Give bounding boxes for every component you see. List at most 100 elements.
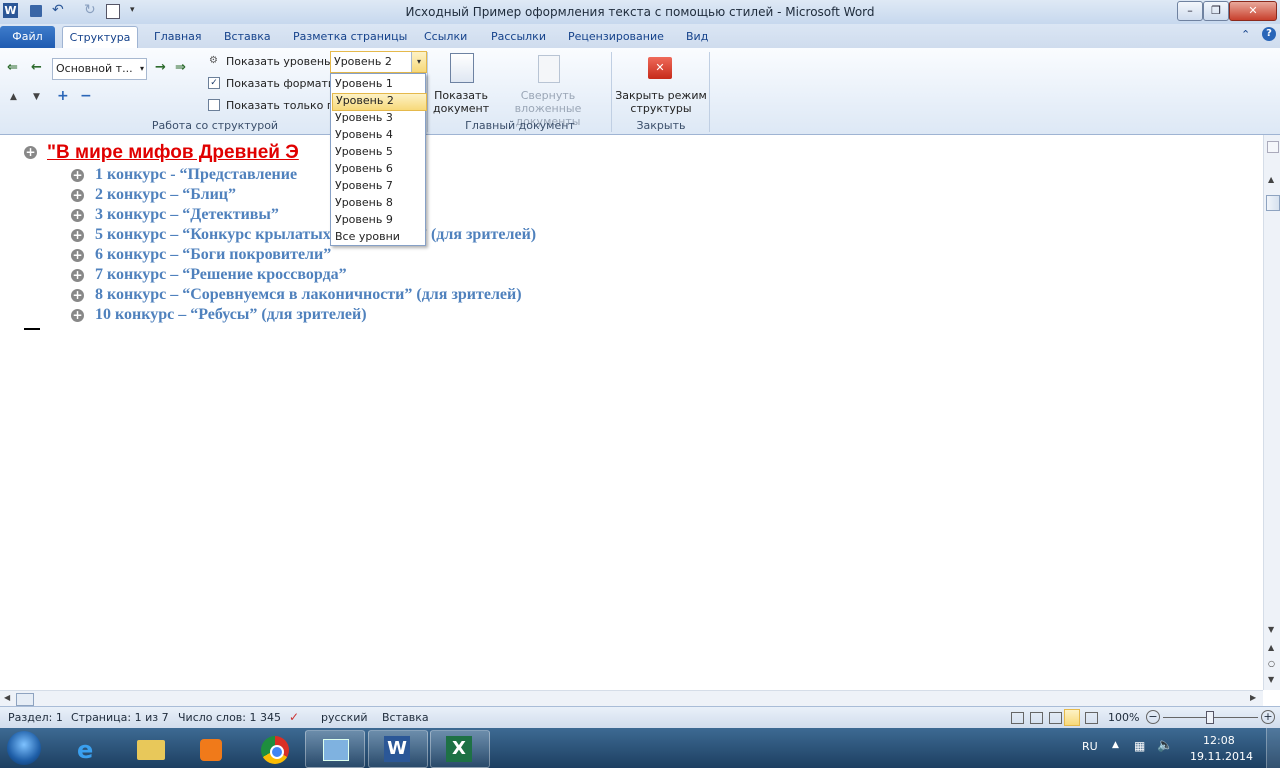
document-area[interactable]: + "В мире мифов Древней Э + 1 конкурс - … (0, 135, 1263, 690)
level-option[interactable]: Уровень 7 (332, 178, 425, 194)
expand-heading-icon[interactable]: + (71, 249, 84, 262)
maximize-button[interactable]: ❐ (1203, 1, 1229, 21)
level-option[interactable]: Уровень 3 (332, 110, 425, 126)
move-down-icon[interactable]: ▼ (33, 92, 40, 102)
collapse-icon[interactable]: − (80, 88, 92, 104)
ribbon-collapse-icon[interactable]: ⌃ (1241, 28, 1250, 41)
chevron-down-icon[interactable]: ▾ (411, 52, 426, 72)
control-panel-taskbar-icon[interactable] (305, 730, 365, 768)
expand-heading-icon[interactable]: + (71, 209, 84, 222)
expand-heading-icon[interactable]: + (71, 309, 84, 322)
horizontal-scrollbar[interactable]: ◀ ▶ (0, 690, 1263, 707)
zoom-slider-thumb[interactable] (1206, 711, 1214, 724)
chrome-taskbar-icon[interactable] (245, 730, 305, 768)
tab-page-layout[interactable]: Разметка страницы (293, 28, 407, 46)
clock-time[interactable]: 12:08 (1203, 734, 1235, 747)
scroll-down-icon[interactable]: ▼ (1268, 625, 1274, 634)
minimize-button[interactable]: – (1177, 1, 1203, 21)
word-taskbar-icon[interactable]: W (368, 730, 428, 768)
expand-heading-icon[interactable]: + (71, 269, 84, 282)
outline-heading-1[interactable]: "В мире мифов Древней Э (47, 142, 299, 164)
ruler-toggle-icon[interactable] (1267, 141, 1279, 153)
network-icon[interactable]: ▦ (1134, 739, 1145, 753)
tab-references[interactable]: Ссылки (424, 28, 467, 46)
browse-object-icon[interactable]: ○ (1268, 659, 1275, 668)
tab-insert[interactable]: Вставка (224, 28, 271, 46)
vertical-scrollbar[interactable]: ▲ ▼ ▲ ○ ▼ (1263, 135, 1280, 690)
demote-to-body-icon[interactable]: ⇒ (175, 60, 186, 75)
close-outline-button[interactable]: Закрыть режим структуры (613, 89, 709, 115)
outline-heading-2[interactable]: 6 конкурс – “Боги покровители” (95, 246, 331, 264)
scroll-thumb[interactable] (1266, 195, 1280, 211)
explorer-taskbar-icon[interactable] (120, 730, 180, 768)
show-desktop-button[interactable] (1266, 728, 1280, 768)
volume-icon[interactable]: 🔈 (1157, 738, 1173, 753)
full-screen-reading-icon[interactable] (1030, 712, 1043, 724)
promote-to-heading1-icon[interactable]: ⇐ (7, 60, 18, 75)
level-option-selected[interactable]: Уровень 2 (332, 93, 427, 111)
expand-heading-icon[interactable]: + (24, 146, 37, 159)
level-option[interactable]: Все уровни (332, 229, 425, 245)
level-option[interactable]: Уровень 6 (332, 161, 425, 177)
scroll-left-icon[interactable]: ◀ (4, 693, 10, 702)
outline-heading-2[interactable]: 1 конкурс - “Представление (95, 166, 297, 184)
show-document-icon[interactable] (450, 53, 474, 83)
show-level-combo[interactable]: Уровень 2 ▾ (330, 51, 427, 73)
promote-icon[interactable]: ← (31, 60, 42, 75)
next-page-icon[interactable]: ▼ (1268, 675, 1274, 684)
move-up-icon[interactable]: ▲ (10, 92, 17, 102)
help-icon[interactable]: ? (1262, 27, 1276, 41)
outline-view-icon[interactable] (1064, 709, 1080, 726)
show-document-button[interactable]: Показать документ (433, 89, 489, 115)
clock-date[interactable]: 19.11.2014 (1190, 750, 1253, 763)
tab-home[interactable]: Главная (154, 28, 202, 46)
media-player-taskbar-icon[interactable] (180, 730, 240, 768)
expand-heading-icon[interactable]: + (71, 229, 84, 242)
expand-heading-icon[interactable]: + (71, 289, 84, 302)
show-hidden-icons-icon[interactable]: ▲ (1112, 740, 1119, 750)
zoom-in-icon[interactable]: + (1261, 710, 1275, 724)
close-outline-icon[interactable]: ✕ (648, 57, 672, 79)
level-option[interactable]: Уровень 1 (332, 76, 425, 92)
outline-level-combo[interactable]: Основной т... ▾ (52, 58, 147, 80)
show-formatting-checkbox[interactable]: ✓ (208, 77, 220, 89)
outline-heading-2[interactable]: 8 конкурс – “Соревнуемся в лаконичности”… (95, 286, 522, 304)
status-insert-mode[interactable]: Вставка (382, 711, 429, 724)
zoom-level[interactable]: 100% (1108, 711, 1139, 724)
excel-taskbar-icon[interactable]: X (430, 730, 490, 768)
expand-icon[interactable]: + (57, 88, 69, 104)
tab-outline[interactable]: Структура (62, 26, 138, 49)
status-word-count[interactable]: Число слов: 1 345 (178, 711, 281, 724)
outline-heading-2[interactable]: 5 конкурс – “Конкурс крылатых выражений”… (95, 226, 536, 244)
expand-heading-icon[interactable]: + (71, 169, 84, 182)
level-option[interactable]: Уровень 4 (332, 127, 425, 143)
show-first-line-checkbox[interactable] (208, 99, 220, 111)
outline-heading-2[interactable]: 10 конкурс – “Ребусы” (для зрителей) (95, 306, 367, 324)
print-layout-view-icon[interactable] (1011, 712, 1024, 724)
tab-file[interactable]: Файл (0, 26, 55, 48)
status-section[interactable]: Раздел: 1 (8, 711, 63, 724)
scroll-h-thumb[interactable] (16, 693, 34, 706)
tab-review[interactable]: Рецензирование (568, 28, 664, 46)
status-page[interactable]: Страница: 1 из 7 (71, 711, 169, 724)
close-window-button[interactable]: ✕ (1229, 1, 1277, 21)
scroll-up-icon[interactable]: ▲ (1268, 175, 1274, 184)
previous-page-icon[interactable]: ▲ (1268, 643, 1274, 652)
scroll-right-icon[interactable]: ▶ (1250, 693, 1256, 702)
input-language[interactable]: RU (1082, 740, 1098, 753)
draft-view-icon[interactable] (1085, 712, 1098, 724)
status-language[interactable]: русский (321, 711, 368, 724)
expand-heading-icon[interactable]: + (71, 189, 84, 202)
tab-view[interactable]: Вид (686, 28, 708, 46)
outline-heading-2[interactable]: 3 конкурс – “Детективы” (95, 206, 279, 224)
tab-mailings[interactable]: Рассылки (491, 28, 546, 46)
level-option[interactable]: Уровень 9 (332, 212, 425, 228)
spelling-check-icon[interactable]: ✓ (289, 710, 299, 724)
start-button[interactable] (7, 731, 41, 765)
zoom-out-icon[interactable]: − (1146, 710, 1160, 724)
ie-taskbar-icon[interactable]: e (60, 730, 120, 768)
level-option[interactable]: Уровень 5 (332, 144, 425, 160)
demote-icon[interactable]: → (155, 60, 166, 75)
web-layout-icon[interactable] (1049, 712, 1062, 724)
level-option[interactable]: Уровень 8 (332, 195, 425, 211)
